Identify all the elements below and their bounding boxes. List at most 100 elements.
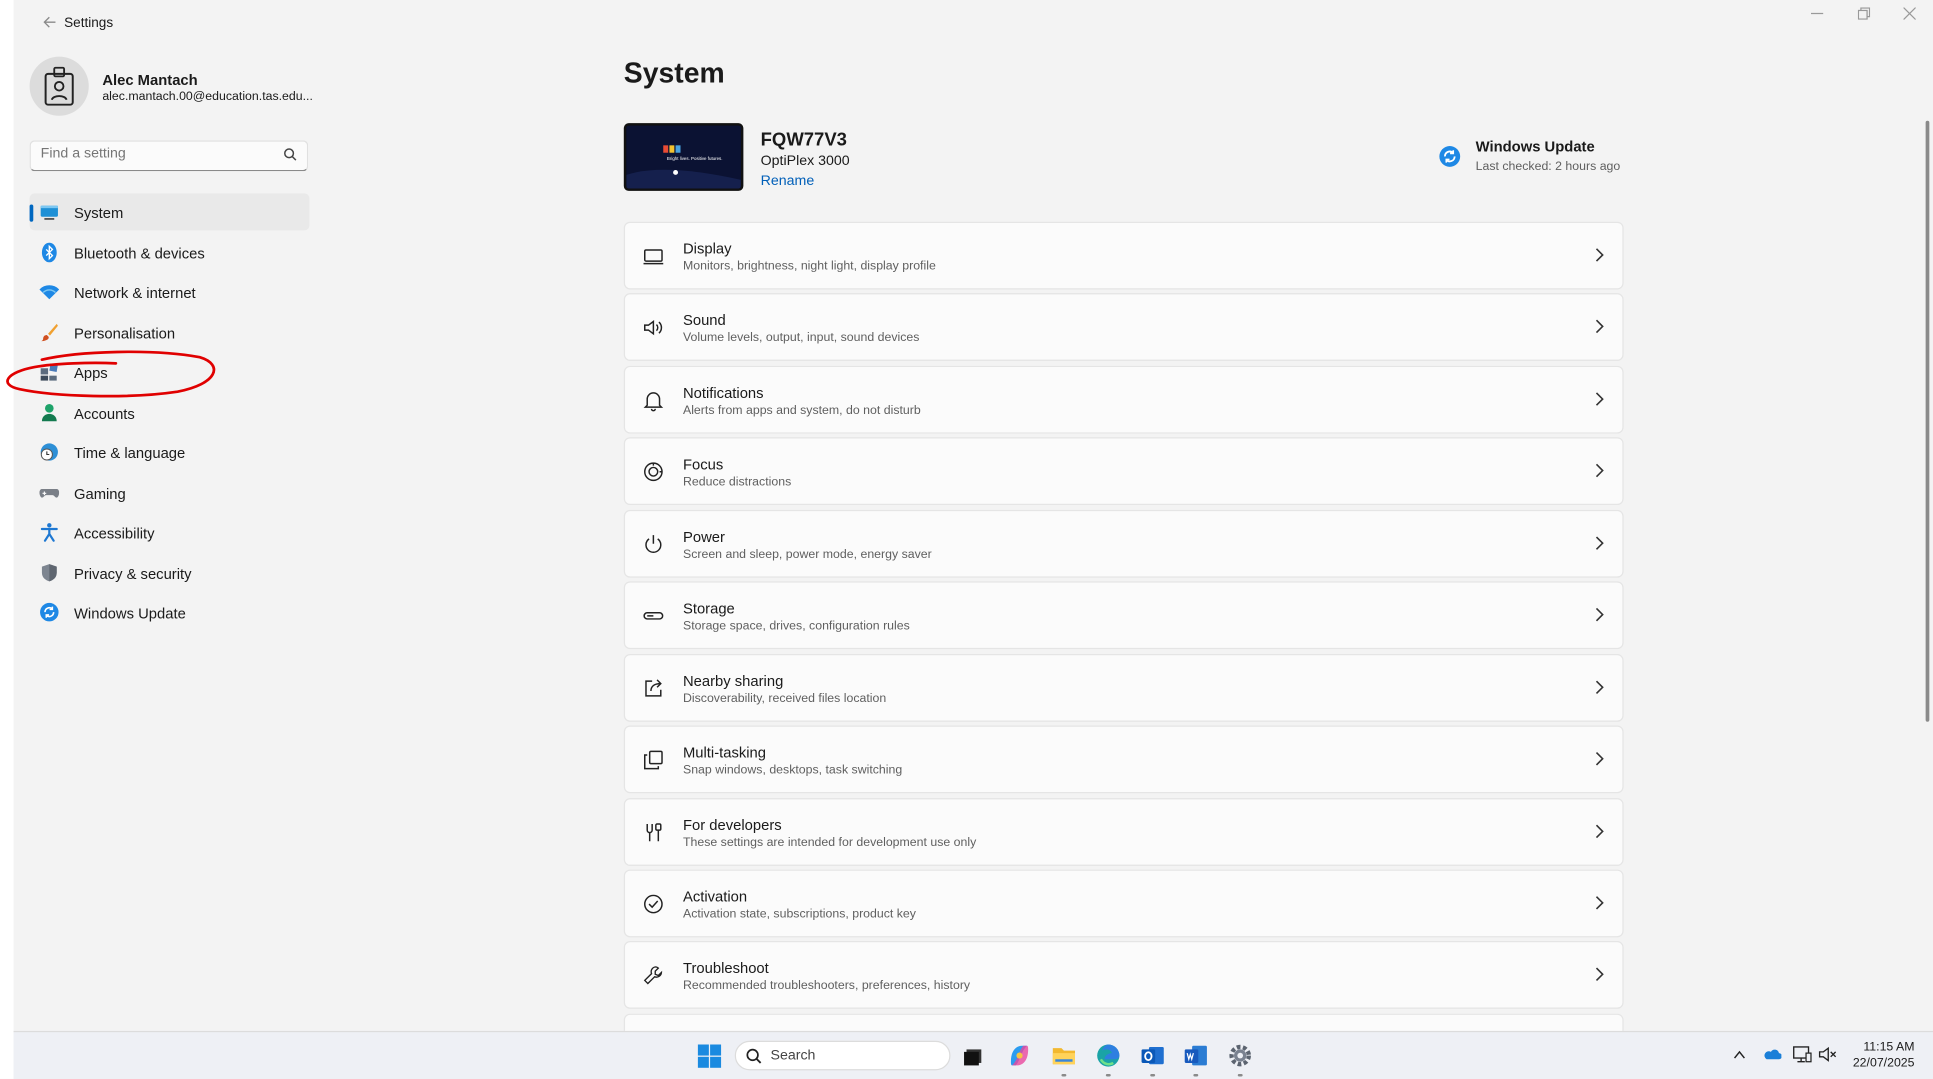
taskbar-search[interactable]: Search <box>734 1040 951 1071</box>
sidebar-item-windows-update[interactable]: Windows Update <box>30 594 310 631</box>
settings-card-for-developers[interactable]: For developers These settings are intend… <box>623 798 1624 866</box>
person-icon <box>41 403 57 421</box>
chevron-right-icon <box>1595 896 1604 910</box>
card-title: Display <box>682 240 732 258</box>
device-wallpaper-thumbnail: Bright lives. Positive futures. <box>623 123 744 191</box>
volume-mute-icon[interactable] <box>1818 1046 1838 1063</box>
profile-name: Alec Mantach <box>102 71 198 89</box>
card-subtitle: Recommended troubleshooters, preferences… <box>682 979 971 993</box>
page-title: System <box>623 56 725 89</box>
task-view-icon[interactable] <box>960 1042 987 1069</box>
settings-card-power[interactable]: Power Screen and sleep, power mode, ener… <box>623 509 1624 578</box>
find-setting-search[interactable] <box>29 140 309 172</box>
wifi-icon <box>39 285 60 300</box>
sidebar-item-accounts[interactable]: Accounts <box>30 394 310 431</box>
avatar[interactable] <box>29 56 89 116</box>
settings-card-troubleshoot[interactable]: Troubleshoot Recommended troubleshooters… <box>623 941 1624 1009</box>
sidebar-item-label: System <box>73 204 124 222</box>
chevron-right-icon <box>1595 319 1604 334</box>
settings-icon[interactable] <box>1227 1042 1254 1077</box>
sidebar-item-time-language[interactable]: Time & language <box>30 434 310 471</box>
settings-card-nearby-sharing[interactable]: Nearby sharing Discoverability, received… <box>623 654 1624 722</box>
gamepad-icon <box>39 488 60 497</box>
sidebar-item-bluetooth-devices[interactable]: Bluetooth & devices <box>30 233 310 270</box>
chevron-right-icon <box>1595 824 1604 839</box>
back-arrow-icon[interactable] <box>36 11 63 36</box>
settings-card-notifications[interactable]: Notifications Alerts from apps and syste… <box>623 365 1624 434</box>
shield-icon <box>41 563 57 581</box>
search-input[interactable] <box>40 146 275 162</box>
display-icon <box>643 249 664 265</box>
power-icon <box>645 535 662 553</box>
search-icon[interactable] <box>284 148 298 162</box>
card-title: For developers <box>682 816 782 834</box>
sidebar-item-network-internet[interactable]: Network & internet <box>30 273 310 310</box>
windows-update-title[interactable]: Windows Update <box>1476 138 1595 155</box>
sidebar-item-label: Gaming <box>73 484 126 502</box>
chevron-right-icon <box>1595 607 1604 622</box>
card-title: Notifications <box>682 384 764 402</box>
developer-tools-icon <box>646 823 662 842</box>
chevron-up-icon[interactable] <box>1733 1049 1745 1059</box>
chevron-right-icon <box>1595 680 1604 695</box>
windows-update-status: Last checked: 2 hours ago <box>1475 160 1621 174</box>
network-icon[interactable] <box>1792 1046 1812 1063</box>
title-bar: Settings <box>14 0 1933 47</box>
globe-clock-icon <box>40 443 58 461</box>
sidebar-item-privacy-security[interactable]: Privacy & security <box>30 554 310 591</box>
device-name: FQW77V3 <box>760 129 847 151</box>
settings-card-multi-tasking[interactable]: Multi-tasking Snap windows, desktops, ta… <box>623 725 1624 794</box>
card-title: Storage <box>682 599 735 618</box>
search-icon <box>746 1048 762 1064</box>
sidebar-item-system[interactable]: System <box>29 193 310 231</box>
restore-icon[interactable] <box>1843 5 1885 27</box>
sidebar-item-personalisation[interactable]: Personalisation <box>30 313 310 350</box>
settings-card-activation[interactable]: Activation Activation state, subscriptio… <box>623 869 1624 938</box>
onedrive-icon[interactable] <box>1762 1047 1782 1062</box>
sidebar-item-gaming[interactable]: Gaming <box>30 474 310 511</box>
copilot-icon[interactable] <box>1006 1042 1033 1069</box>
system-display-icon <box>40 205 58 220</box>
device-model: OptiPlex 3000 <box>760 153 850 169</box>
wrench-icon <box>643 966 663 985</box>
settings-card-focus[interactable]: Focus Reduce distractions <box>623 437 1624 505</box>
close-icon[interactable] <box>1889 5 1931 27</box>
card-title: Troubleshoot <box>682 959 769 977</box>
edge-icon[interactable] <box>1095 1042 1122 1077</box>
minimize-icon[interactable] <box>1796 5 1838 27</box>
taskbar-search-label: Search <box>770 1048 816 1063</box>
card-title: Multi-tasking <box>682 743 767 762</box>
windows-update-icon[interactable] <box>1439 145 1461 167</box>
card-subtitle: Reduce distractions <box>682 475 792 489</box>
sidebar-item-label: Apps <box>73 364 108 382</box>
rename-link[interactable]: Rename <box>761 174 815 189</box>
scrollbar-thumb[interactable] <box>1925 120 1930 722</box>
settings-card-sound[interactable]: Sound Volume levels, output, input, soun… <box>623 293 1624 361</box>
sidebar-item-label: Windows Update <box>73 604 186 623</box>
apps-icon <box>40 363 58 381</box>
card-subtitle: Volume levels, output, input, sound devi… <box>682 331 920 345</box>
start-icon[interactable] <box>697 1044 722 1068</box>
card-subtitle: Monitors, brightness, night light, displ… <box>682 259 936 274</box>
active-indicator <box>29 204 34 222</box>
clock-time[interactable]: 11:15 AM <box>1850 1041 1914 1055</box>
clock-date[interactable]: 22/07/2025 <box>1850 1057 1915 1071</box>
wallpaper-text: Bright lives. Positive futures. <box>667 156 723 161</box>
paintbrush-icon <box>40 323 58 341</box>
file-explorer-icon[interactable] <box>1050 1042 1077 1077</box>
settings-card-storage[interactable]: Storage Storage space, drives, configura… <box>623 581 1624 650</box>
chevron-right-icon <box>1595 248 1604 262</box>
sidebar-item-label: Personalisation <box>73 324 176 342</box>
settings-card-display[interactable]: Display Monitors, brightness, night ligh… <box>623 221 1624 290</box>
word-icon[interactable] <box>1182 1042 1209 1077</box>
sidebar-nav: System Bluetooth & devices Network & int… <box>29 193 310 633</box>
check-circle-icon <box>644 894 663 914</box>
chevron-right-icon <box>1595 752 1604 766</box>
sidebar-item-apps[interactable]: Apps <box>30 353 310 390</box>
outlook-icon[interactable] <box>1139 1042 1166 1077</box>
sidebar-item-label: Time & language <box>73 444 186 462</box>
card-subtitle: Storage space, drives, configuration rul… <box>682 619 910 634</box>
card-title: Activation <box>682 888 748 906</box>
focus-icon <box>644 462 663 482</box>
sidebar-item-accessibility[interactable]: Accessibility <box>30 514 310 551</box>
